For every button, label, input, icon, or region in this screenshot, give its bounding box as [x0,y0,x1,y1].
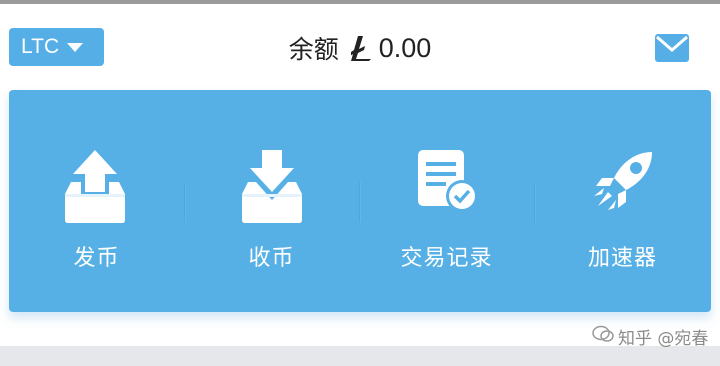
rocket-icon [592,148,656,216]
accelerator-label: 加速器 [587,246,657,271]
balance-amount: 0.00 [378,32,432,63]
balance-display: 余额 0.00 [0,30,720,66]
balance-label: 余额 [288,35,339,64]
transaction-record-icon [414,148,480,218]
download-tray-icon [236,148,308,228]
wechat-icon [592,325,614,348]
receive-coin-button[interactable]: 收币 [184,90,359,312]
accelerator-button[interactable]: 加速器 [534,90,711,312]
transaction-record-label: 交易记录 [400,246,493,271]
mail-icon[interactable] [655,34,689,62]
send-coin-button[interactable]: 发币 [9,90,184,312]
send-coin-label: 发币 [73,246,120,271]
upload-tray-icon [59,148,131,228]
litecoin-icon [350,35,373,61]
receive-coin-label: 收币 [248,246,295,271]
actions-panel: 发币 收币 交易记录 加速器 [9,90,711,312]
transaction-record-button[interactable]: 交易记录 [359,90,534,312]
watermark: 知乎 @宛春 [592,322,720,350]
watermark-text: 知乎 @宛春 [618,328,709,349]
